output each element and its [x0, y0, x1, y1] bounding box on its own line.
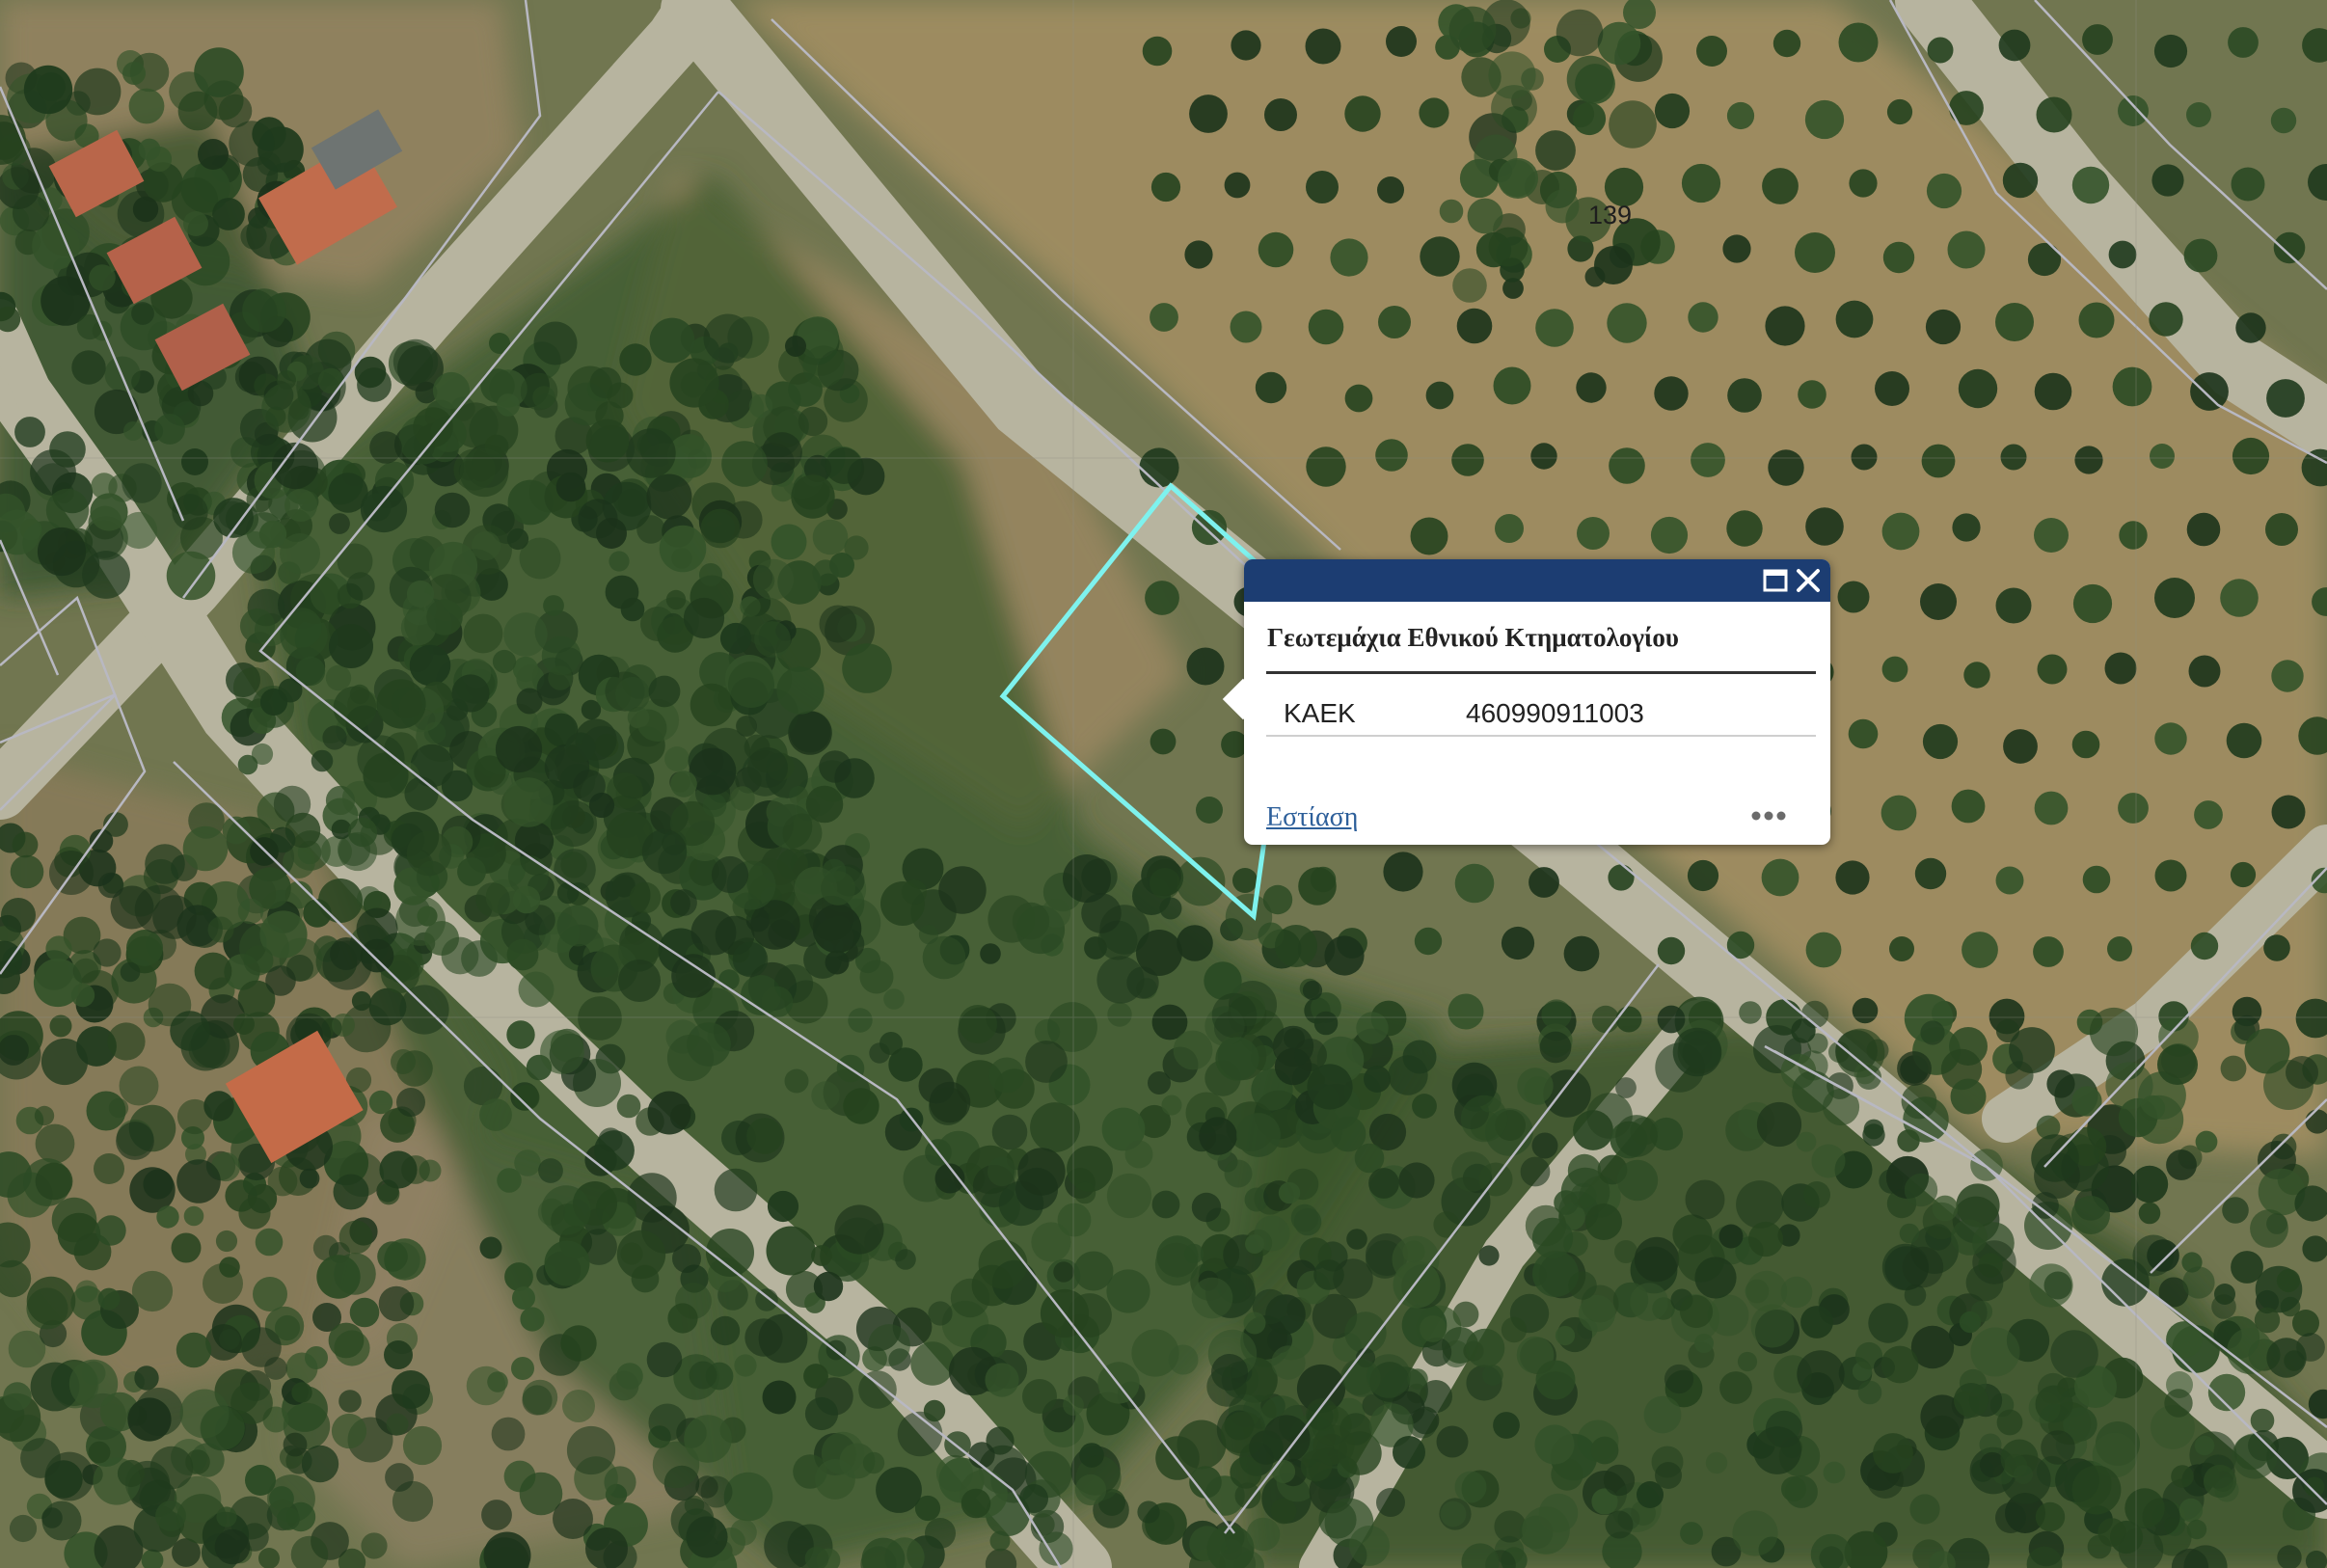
parcel-number-label: 139 [1588, 201, 1633, 230]
more-icon[interactable] [1747, 804, 1790, 827]
maximize-icon[interactable] [1761, 566, 1790, 595]
zoom-to-link[interactable]: Εστίαση [1266, 802, 1358, 833]
close-icon[interactable] [1794, 566, 1823, 595]
title-divider [1266, 671, 1816, 674]
attribute-key: KAEK [1284, 698, 1356, 728]
feature-info-popup: Γεωτεμάχια Εθνικού Κτηματολογίου KAEK 46… [1222, 559, 1830, 845]
popup-header [1244, 559, 1830, 602]
attribute-row: KAEK 460990911003 [1266, 675, 1816, 737]
popup-title: Γεωτεμάχια Εθνικού Κτηματολογίου [1267, 623, 1679, 652]
attribute-value: 460990911003 [1466, 698, 1644, 728]
satellite-map[interactable] [0, 0, 2327, 1568]
